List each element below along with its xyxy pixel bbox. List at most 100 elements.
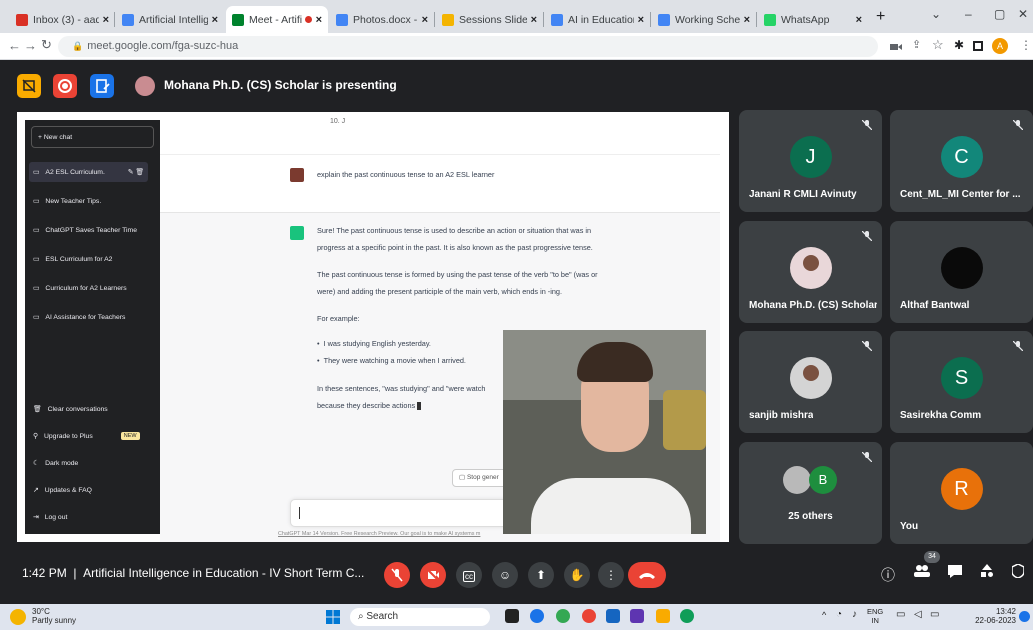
participant-tile[interactable]: B 25 others (739, 442, 882, 544)
participant-tile[interactable]: Mohana Ph.D. (CS) Scholar (739, 221, 882, 323)
participant-avatar: J (789, 136, 832, 178)
browser-tab[interactable]: Working Schedul × (652, 6, 756, 33)
browser-app-icon[interactable] (680, 609, 694, 623)
chat-icon[interactable] (948, 565, 962, 578)
chrome-icon[interactable] (556, 609, 570, 623)
sidebar-bottom-item[interactable]: ⚲ Upgrade to Plus NEW (33, 432, 140, 440)
taskbar-search[interactable]: ⌕ Search (350, 608, 490, 626)
edit-delete-icons[interactable]: ✎ 🗑 (128, 168, 144, 176)
back-icon[interactable]: ← (8, 38, 21, 53)
reload-icon[interactable]: ↻ (41, 37, 52, 53)
search-icon: ⌕ (358, 611, 364, 622)
more-vert-icon: ⋮ (605, 568, 617, 582)
close-tab-icon[interactable]: × (744, 14, 750, 26)
close-tab-icon[interactable]: × (856, 14, 862, 26)
close-tab-icon[interactable]: × (531, 14, 537, 26)
browser-tab[interactable]: Sessions Slides - × (436, 6, 543, 33)
participant-tile[interactable]: C Cent_ML_MI Center for ... (890, 110, 1033, 212)
people-button[interactable]: 34 (914, 551, 940, 583)
zoom-icon[interactable] (530, 609, 544, 623)
close-tab-icon[interactable]: × (422, 14, 428, 26)
tray-mic-icon[interactable]: ♪ (852, 609, 857, 620)
participant-tile[interactable]: J Janani R CMLI Avinuty (739, 110, 882, 212)
close-tab-icon[interactable]: × (316, 14, 322, 26)
language-indicator[interactable]: ENG IN (867, 607, 883, 625)
leave-call-button[interactable] (628, 562, 666, 588)
chat-history-label: New Teacher Tips. (45, 197, 102, 205)
cursor-caret (417, 402, 422, 411)
close-window-icon[interactable]: ✕ (1018, 7, 1028, 21)
browser-tab[interactable]: AI in Education - × (545, 6, 650, 33)
close-tab-icon[interactable]: × (103, 14, 109, 26)
sidebar-bottom-item[interactable]: 🗑 Clear conversations (33, 405, 108, 414)
maximize-icon[interactable]: ▢ (994, 7, 1005, 21)
raise-hand-button[interactable]: ✋ (564, 562, 590, 588)
star-icon[interactable]: ☆ (932, 37, 944, 53)
close-tab-icon[interactable]: × (212, 14, 218, 26)
participant-tile[interactable]: Althaf Bantwal (890, 221, 1033, 323)
share-icon[interactable]: ⇪ (912, 38, 921, 51)
url-field[interactable]: 🔒 meet.google.com/fga-suzc-hua (58, 36, 878, 57)
notes-button[interactable] (90, 74, 114, 98)
weather-widget[interactable]: 30°C Partly sunny (32, 607, 76, 625)
camera-toggle[interactable] (420, 562, 446, 588)
browser-tab[interactable]: Photos.docx - Go × (330, 6, 434, 33)
mic-toggle[interactable] (384, 562, 410, 588)
close-tab-icon[interactable]: × (638, 14, 644, 26)
mail-icon[interactable] (606, 609, 620, 623)
tray-network-icon[interactable]: ◔ (836, 609, 842, 620)
extensions-icon[interactable]: ✱ (954, 38, 964, 52)
browser-tab[interactable]: Meet - Artifi × (226, 6, 328, 33)
browser-tab[interactable]: WhatsApp × (758, 6, 868, 33)
info-icon[interactable]: ⓘ (881, 565, 895, 585)
windows-start-icon[interactable] (326, 610, 340, 624)
sidebar-bottom-item[interactable]: ↗ Updates & FAQ (33, 486, 92, 495)
present-button[interactable]: ⬆ (528, 562, 554, 588)
chevron-down-icon[interactable]: ⌄ (931, 7, 941, 21)
app-icon[interactable] (630, 609, 644, 623)
chat-history-item[interactable]: ▭ AI Assistance for Teachers (33, 307, 152, 327)
tray-battery-icon[interactable]: ▭ (930, 609, 939, 620)
chat-history-item[interactable]: ▭ New Teacher Tips. (33, 191, 152, 211)
minimize-icon[interactable]: – (965, 7, 972, 21)
record-icon (58, 79, 72, 93)
firefox-icon[interactable] (582, 609, 596, 623)
tray-display-icon[interactable]: ▭ (896, 609, 905, 620)
answer-line: The past continuous tense is formed by u… (317, 270, 598, 279)
chat-history-item[interactable]: ▭ ChatGPT Saves Teacher Time (33, 220, 152, 240)
tray-chevron-icon[interactable]: ^ (822, 610, 826, 620)
record-button[interactable] (53, 74, 77, 98)
tray-volume-icon[interactable]: ◁ (914, 609, 922, 620)
host-controls-icon[interactable] (1012, 564, 1024, 578)
camera-icon[interactable] (890, 41, 902, 53)
chat-history-item[interactable]: ▭ Curriculum for A2 Learners (33, 278, 152, 298)
sidebar-bottom-item[interactable]: ⇥ Log out (33, 513, 67, 522)
file-explorer-icon[interactable] (656, 609, 670, 623)
new-tab-button[interactable]: + (876, 8, 885, 26)
user-prompt: explain the past continuous tense to an … (317, 170, 495, 179)
participant-tile[interactable]: sanjib mishra (739, 331, 882, 433)
tab-favicon-icon (551, 13, 563, 26)
new-chat-button[interactable]: + New chat (31, 126, 154, 148)
browser-tab[interactable]: Artificial Intelligen × (116, 6, 224, 33)
more-options-button[interactable]: ⋮ (598, 562, 624, 588)
browser-tab[interactable]: Inbox (3) - aadc@ × (10, 6, 115, 33)
chat-history-item[interactable]: ▭ ESL Curriculum for A2 (33, 249, 152, 269)
activities-icon[interactable] (980, 564, 994, 578)
task-view-icon[interactable] (505, 609, 519, 623)
sidepanel-icon[interactable] (973, 41, 983, 51)
presenter-label: Mohana Ph.D. (CS) Scholar is presenting (164, 78, 397, 92)
meet-window: Mohana Ph.D. (CS) Scholar is presenting … (0, 60, 1033, 604)
participant-tile[interactable]: R You (890, 442, 1033, 544)
taskbar-clock[interactable]: 13:42 22-06-2023 (970, 607, 1016, 625)
captions-button[interactable]: cc (456, 562, 482, 588)
forward-icon[interactable]: → (24, 38, 37, 53)
profile-avatar[interactable]: A (992, 38, 1008, 54)
sidebar-bottom-item[interactable]: ☾ Dark mode (33, 459, 78, 468)
emoji-button[interactable]: ☺ (492, 562, 518, 588)
chat-history-item[interactable]: ▭ A2 ESL Curriculum. ✎ 🗑 (29, 162, 148, 182)
participant-tile[interactable]: S Sasirekha Comm (890, 331, 1033, 433)
notification-icon[interactable] (1019, 611, 1030, 622)
menu-icon[interactable]: ⋮ (1020, 38, 1032, 52)
present-stop-button[interactable] (17, 74, 41, 98)
